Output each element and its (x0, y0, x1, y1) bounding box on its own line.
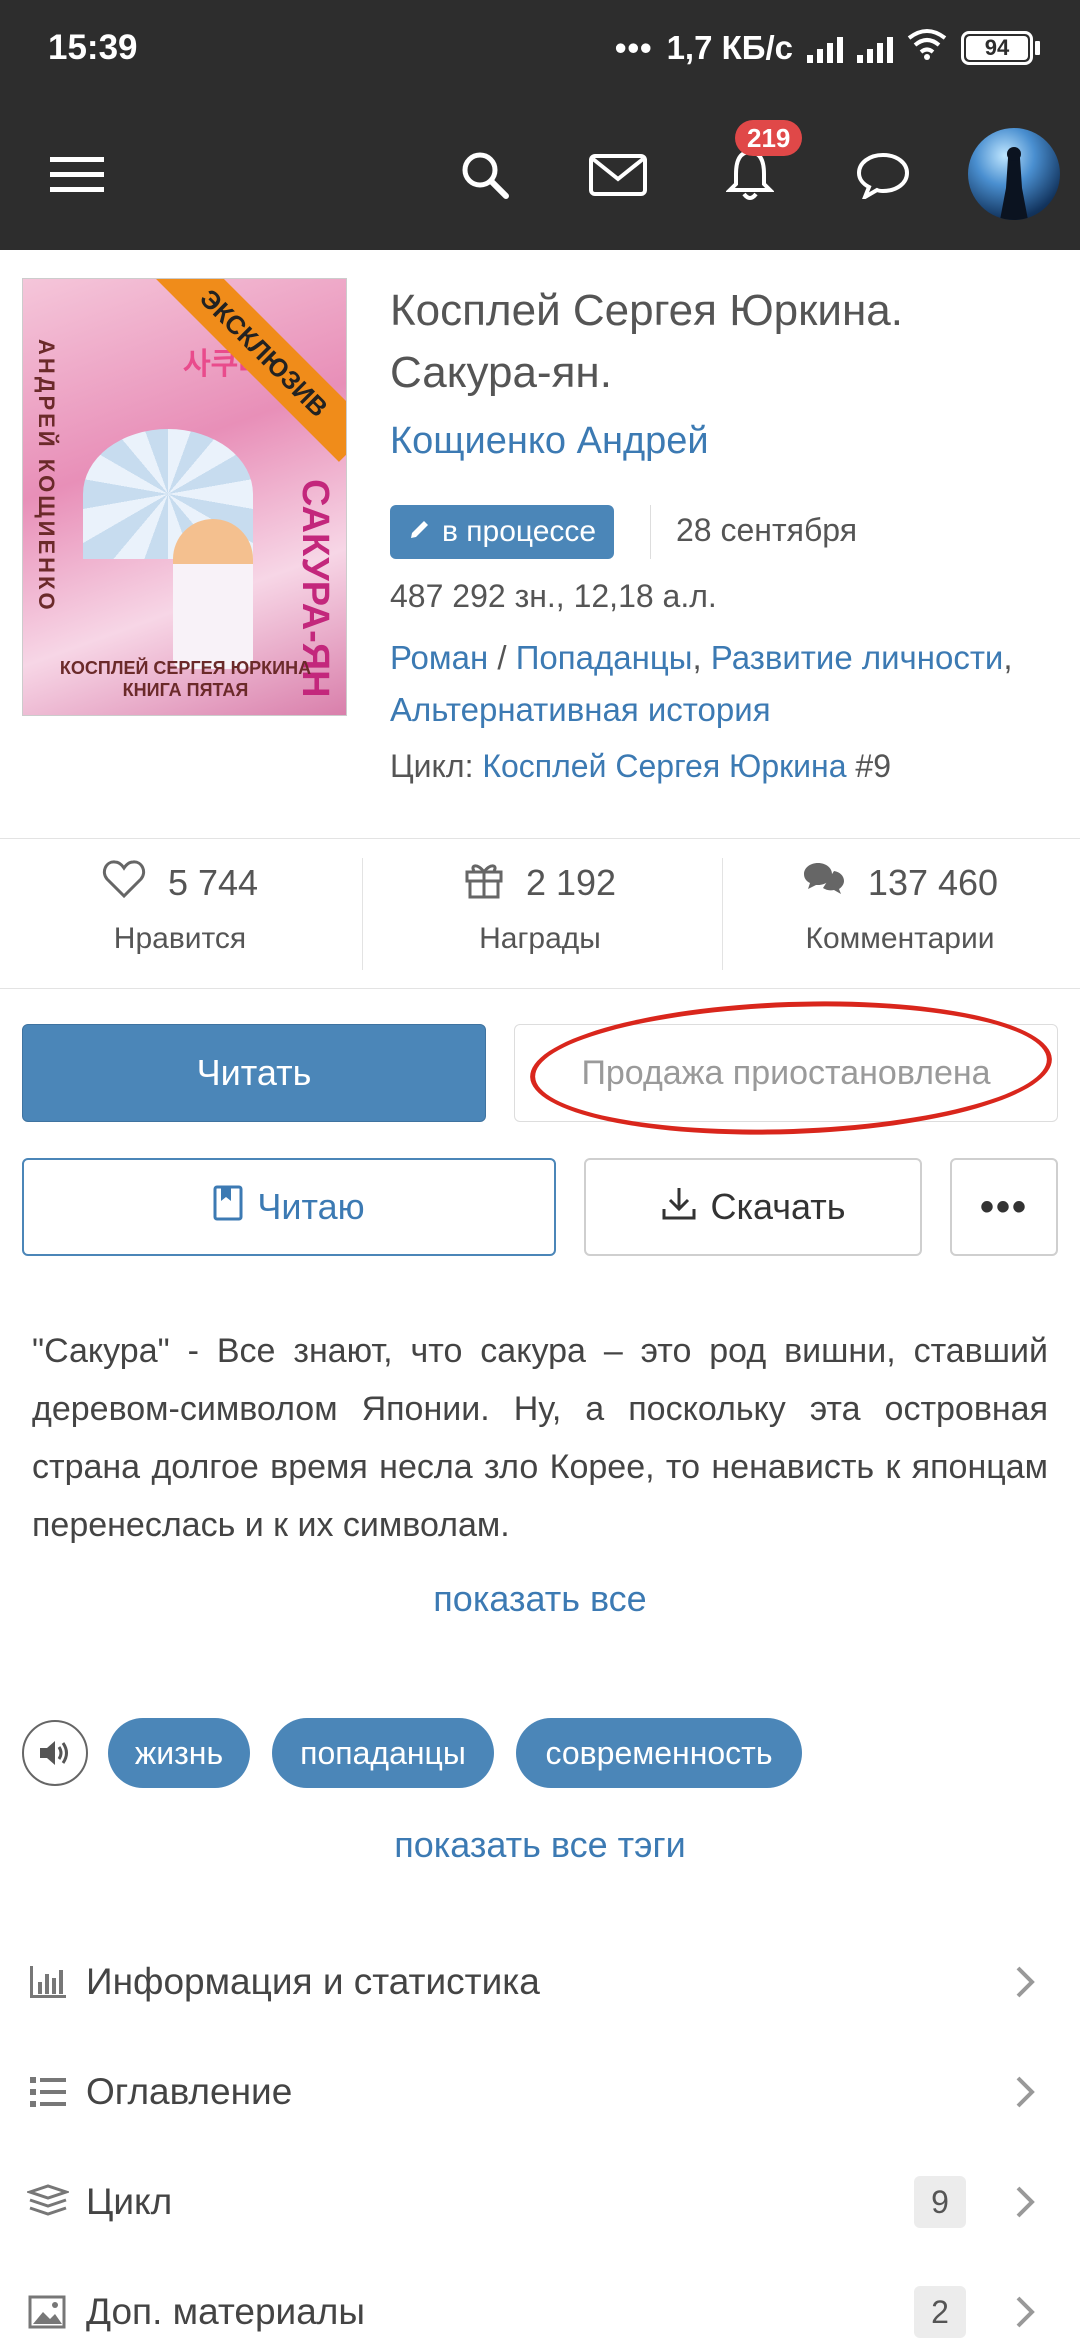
menu-item-label: Оглавление (86, 2071, 293, 2112)
gift-icon (464, 859, 504, 908)
avatar[interactable] (968, 128, 1060, 220)
comments-stat[interactable]: 137 460 Комментарии (720, 856, 1080, 956)
likes-label: Нравится (113, 922, 247, 955)
menu-item-label: Цикл (86, 2181, 173, 2222)
tag-chip[interactable]: жизнь (108, 1718, 250, 1788)
divider (0, 838, 1080, 839)
book-cover[interactable]: АНДРЕЙ КОЩИЕНКО САКУРА-ЯН 사쿠라 КОСПЛЕЙ СЕ… (22, 278, 347, 716)
cycle-label: Цикл: (390, 748, 474, 784)
divider (0, 988, 1080, 989)
cycle-link[interactable]: Косплей Сергея Юркина (482, 748, 846, 784)
sale-suspended-button: Продажа приостановлена (514, 1024, 1058, 1122)
download-icon (661, 1185, 697, 1230)
menu-item-label: Информация и статистика (86, 1961, 540, 2002)
comments-icon (802, 861, 846, 906)
reading-button[interactable]: Читаю (22, 1158, 556, 1256)
download-label: Скачать (710, 1186, 846, 1227)
genre-comma: , (692, 639, 711, 676)
menu-item-label: Доп. материалы (86, 2291, 365, 2332)
more-dots-icon: ••• (614, 29, 653, 66)
list-icon (26, 2070, 70, 2114)
chat-icon[interactable] (848, 140, 918, 210)
notification-badge: 219 (735, 120, 803, 156)
chevron-right-icon (1010, 2072, 1040, 2112)
menu-item-toc[interactable]: Оглавление (0, 2042, 1080, 2142)
status-badge: в процессе (390, 505, 615, 559)
status-bar: 15:39 ••• 1,7 КБ/с 94 (0, 0, 1080, 100)
pencil-icon (408, 515, 432, 549)
cycle-info: Цикл: Косплей Сергея Юркина #9 (390, 748, 891, 785)
bar-chart-icon (26, 1960, 70, 2004)
heart-icon (102, 859, 146, 908)
update-date: 28 сентября (676, 512, 858, 548)
book-annotation: "Сакура" - Все знают, что сакура – это р… (32, 1332, 1048, 1544)
count-badge: 9 (914, 2176, 966, 2228)
genre-link[interactable]: Попаданцы (516, 639, 693, 676)
likes-stat[interactable]: 5 744 Нравится (0, 856, 360, 956)
cover-bottom-text: КОСПЛЕЙ СЕРГЕЯ ЮРКИНА КНИГА ПЯТАЯ (59, 658, 312, 700)
genre-main-link[interactable]: Роман (390, 639, 488, 676)
status-right: ••• 1,7 КБ/с 94 (615, 28, 1040, 68)
menu-icon[interactable] (42, 140, 112, 210)
chevron-right-icon (1010, 2182, 1040, 2222)
ellipsis-icon: ••• (979, 1184, 1028, 1229)
comments-label: Комментарии (805, 922, 995, 955)
book-author-link[interactable]: Кощиенко Андрей (390, 420, 709, 463)
top-bar: 15:39 ••• 1,7 КБ/с 94 219 (0, 0, 1080, 250)
battery-level: 94 (966, 36, 1028, 60)
reading-label: Читаю (257, 1186, 365, 1227)
status-text: в процессе (442, 515, 597, 548)
count-badge: 2 (914, 2286, 966, 2338)
comments-count: 137 460 (867, 862, 999, 903)
battery-icon: 94 (961, 31, 1040, 65)
genre-link[interactable]: Альтернативная история (390, 691, 771, 728)
books-stack-icon (26, 2180, 70, 2224)
show-all-link[interactable]: показать все (0, 1578, 1080, 1620)
book-size: 487 292 зн., 12,18 а.л. (390, 578, 717, 614)
awards-stat[interactable]: 2 192 Награды (360, 856, 720, 956)
chevron-right-icon (1010, 1962, 1040, 2002)
genre-separator: / (488, 639, 516, 676)
divider (650, 505, 651, 559)
status-time: 15:39 (48, 28, 138, 67)
awards-label: Награды (479, 922, 601, 955)
bookmark-book-icon (213, 1185, 243, 1230)
chevron-right-icon (1010, 2292, 1040, 2332)
image-icon (26, 2290, 70, 2334)
signal-icon-2 (857, 33, 893, 63)
book-title: Косплей Сергея Юркина. Сакура-ян. (390, 286, 903, 397)
cover-author-text: АНДРЕЙ КОЩИЕНКО (34, 339, 59, 613)
genre-link[interactable]: Развитие личности (711, 639, 1004, 676)
menu-item-extras[interactable]: Доп. материалы 2 (0, 2262, 1080, 2340)
menu-item-cycle[interactable]: Цикл 9 (0, 2152, 1080, 2252)
cycle-number: #9 (855, 748, 891, 784)
network-speed: 1,7 КБ/с (666, 29, 793, 66)
more-options-button[interactable]: ••• (950, 1158, 1058, 1256)
awards-count: 2 192 (525, 862, 617, 903)
genres: Роман / Попаданцы, Развитие личности, Ал… (390, 632, 1050, 736)
app-toolbar: 219 (0, 100, 1080, 250)
read-button[interactable]: Читать (22, 1024, 486, 1122)
mail-icon[interactable] (583, 140, 653, 210)
menu-item-info[interactable]: Информация и статистика (0, 1932, 1080, 2032)
likes-count: 5 744 (167, 862, 259, 903)
genre-comma: , (1003, 639, 1013, 676)
download-button[interactable]: Скачать (584, 1158, 922, 1256)
search-icon[interactable] (450, 140, 520, 210)
speaker-icon[interactable] (22, 1720, 88, 1786)
signal-icon (807, 33, 843, 63)
wifi-icon (907, 28, 947, 68)
tag-chip[interactable]: современность (516, 1718, 802, 1788)
tag-chip[interactable]: попаданцы (272, 1718, 494, 1788)
cover-figure (173, 519, 253, 669)
show-all-tags-link[interactable]: показать все тэги (0, 1824, 1080, 1866)
